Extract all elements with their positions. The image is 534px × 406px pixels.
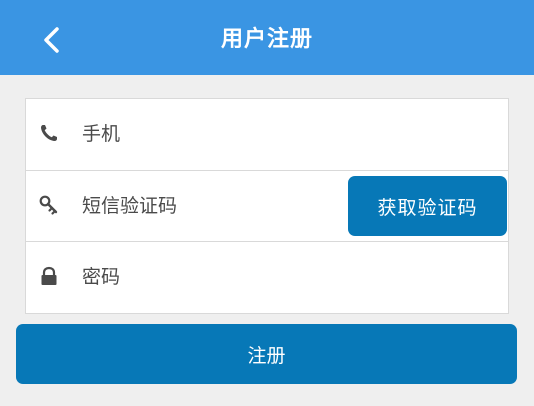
- lock-icon: [38, 265, 60, 287]
- phone-input[interactable]: [82, 117, 482, 151]
- password-row: [26, 241, 508, 313]
- get-code-button[interactable]: 获取验证码: [348, 176, 507, 236]
- phone-row: [26, 99, 508, 170]
- register-button[interactable]: 注册: [16, 324, 517, 384]
- password-input[interactable]: [82, 260, 482, 294]
- phone-icon: [38, 122, 60, 144]
- page-title: 用户注册: [220, 27, 313, 52]
- key-icon: [38, 194, 60, 216]
- app-header: 用户注册: [0, 0, 534, 75]
- sms-code-input[interactable]: [82, 189, 342, 223]
